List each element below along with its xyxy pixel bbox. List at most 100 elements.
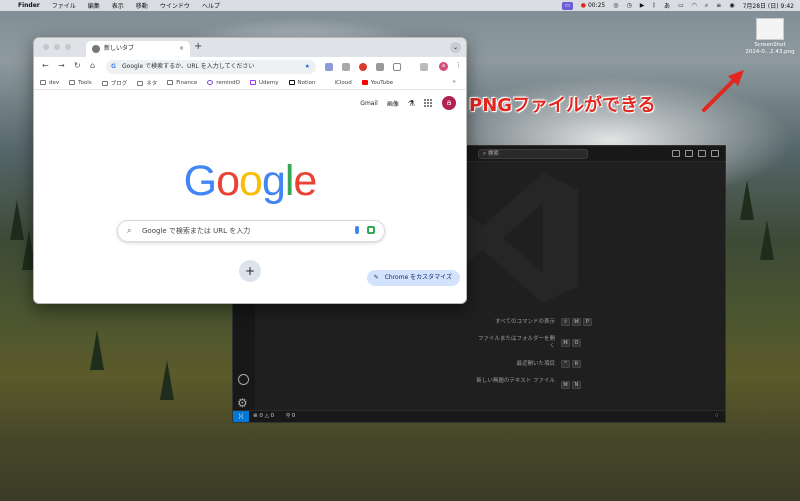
zoom-window-button[interactable] (65, 44, 71, 50)
labs-flask-icon[interactable]: ⚗ (408, 99, 415, 108)
bookmark-item[interactable]: Finance (167, 80, 197, 86)
annotation-caption: PNGファイルができる (469, 95, 656, 116)
home-icon[interactable]: ⌂ (90, 61, 95, 70)
wallpaper-tree (760, 220, 774, 260)
wifi-icon[interactable]: ◠ (692, 2, 697, 9)
menu-help[interactable]: ヘルプ (202, 1, 220, 10)
bookmark-item[interactable]: Udemy (250, 80, 279, 86)
chrome-menu-icon[interactable]: ⋮ (455, 61, 462, 69)
bookmark-label: iCloud (334, 80, 352, 86)
desktop-screenshot-file[interactable]: ScreenShot 2024-0...2.43.png (744, 18, 796, 56)
add-shortcut-button[interactable]: + (239, 260, 261, 282)
toggle-panel-icon[interactable] (685, 150, 693, 157)
new-tab-button[interactable]: + (194, 41, 202, 52)
extension-icon[interactable] (342, 63, 350, 71)
minimize-window-button[interactable] (54, 44, 60, 50)
screenshot-app-icon[interactable]: ▭ (561, 1, 573, 10)
bookmark-item[interactable]: YouTube (361, 80, 393, 86)
bookmark-item[interactable]: remindO (207, 80, 240, 86)
menu-window[interactable]: ウインドウ (160, 1, 190, 10)
ports-indicator[interactable]: ⚲ 0 (286, 413, 295, 419)
close-tab-icon[interactable]: × (179, 41, 184, 57)
gmail-link[interactable]: Gmail (360, 100, 378, 107)
battery-icon[interactable]: ▭ (678, 2, 684, 9)
google-search-box[interactable]: ⌕ Google で検索または URL を入力 (117, 220, 385, 242)
recording-indicator[interactable]: ● 00:25 (581, 2, 605, 9)
google-lens-icon[interactable] (367, 226, 375, 234)
google-apps-icon[interactable] (424, 98, 433, 108)
keycap: O (572, 339, 581, 347)
customize-chrome-button[interactable]: ✎ Chrome をカスタマイズ (366, 270, 460, 286)
folder-icon (167, 80, 174, 85)
siri-icon[interactable]: ◉ (729, 2, 734, 9)
google-account-avatar[interactable]: a (442, 96, 456, 110)
toggle-secondary-sidebar-icon[interactable] (698, 150, 706, 157)
customize-layout-icon[interactable] (711, 150, 719, 157)
cmd-recent-keys: ^ R (561, 360, 581, 368)
tab-search-chevron-icon[interactable]: ⌄ (450, 42, 461, 53)
menu-bar: Finder ファイル 編集 表示 移動 ウインドウ ヘルプ ▭ ● 00:25… (0, 0, 800, 11)
extensions-puzzle-icon[interactable] (420, 63, 428, 71)
notifications-icon[interactable]: ♢ (714, 413, 719, 419)
google-logo: Google (34, 157, 466, 206)
bookmark-star-icon[interactable]: ★ (305, 60, 310, 74)
extension-icon[interactable] (376, 63, 384, 71)
google-logo-letter: e (293, 157, 317, 205)
address-bar[interactable]: G Google で検索するか、URL を入力してください ★ (106, 60, 316, 74)
forward-icon[interactable]: → (58, 61, 65, 70)
error-count: 0 (259, 413, 263, 419)
close-window-button[interactable] (43, 44, 49, 50)
accounts-icon[interactable] (238, 374, 249, 385)
menu-file[interactable]: ファイル (52, 1, 76, 10)
bookmark-label: ネタ (146, 81, 158, 87)
bluetooth-icon[interactable]: ᛒ (652, 2, 656, 9)
search-icon[interactable]: ⌕ (705, 2, 708, 10)
bookmark-item[interactable]: Notion (288, 80, 316, 86)
menu-clock[interactable]: 7月28日 (日) 9:42 (743, 1, 794, 10)
udemy-icon (250, 80, 256, 85)
bookmark-label: remindO (216, 80, 240, 86)
problems-indicator[interactable]: ⊗ 0 △ 0 (253, 413, 274, 419)
toggle-sidebar-icon[interactable] (672, 150, 680, 157)
menu-app-name[interactable]: Finder (18, 2, 40, 9)
more-bookmarks-icon[interactable]: » (453, 79, 456, 85)
google-logo-letter: G (183, 157, 217, 205)
bookmarks-bar: dev Tools ブログ ネタ Finance remindO Udemy N… (34, 77, 466, 90)
vscode-command-center[interactable]: ⌕ 検索 (478, 149, 588, 159)
bookmark-item[interactable]: ネタ (137, 79, 157, 87)
bookmark-item[interactable]: iCloud (326, 80, 352, 86)
file-name-line2: 2024-0...2.43.png (745, 49, 795, 55)
recording-time: 00:25 (587, 2, 606, 9)
input-method[interactable]: あ (664, 1, 670, 10)
images-link[interactable]: 画像 (387, 99, 399, 108)
new-tab-page: Gmail 画像 ⚗ a Google ⌕ Google で検索または URL … (34, 90, 466, 303)
menu-edit[interactable]: 編集 (88, 1, 100, 10)
chrome-tab-bar: 新しいタブ × + ⌄ (34, 38, 466, 57)
settings-gear-icon[interactable]: ⚙ (237, 396, 248, 410)
cmd-new-file-keys: ⌘ N (561, 381, 581, 389)
profile-avatar[interactable]: a (439, 62, 448, 71)
bookmark-item[interactable]: dev (40, 80, 59, 86)
menu-view[interactable]: 表示 (112, 1, 124, 10)
keycap: ^ (561, 360, 570, 368)
clock-icon[interactable]: ◷ (626, 2, 631, 9)
menu-go[interactable]: 移動 (136, 1, 148, 10)
extension-icon[interactable] (359, 63, 367, 71)
search-icon: ⌕ (127, 226, 132, 235)
bookmark-item[interactable]: Tools (69, 80, 92, 86)
bookmark-item[interactable]: ブログ (101, 79, 127, 87)
tab-new-tab[interactable]: 新しいタブ × (86, 41, 190, 57)
status-icon[interactable]: ◎ (613, 2, 618, 9)
reload-icon[interactable]: ↻ (74, 61, 81, 70)
play-icon[interactable]: ▶ (640, 2, 645, 9)
voice-search-icon[interactable] (355, 226, 359, 234)
extension-icon[interactable] (325, 63, 333, 71)
remote-indicator-icon[interactable]: ⟩⟨ (233, 411, 249, 422)
apple-icon (326, 80, 332, 85)
notion-icon (288, 80, 295, 85)
vscode-status-bar: ⟩⟨ ⊗ 0 △ 0 ⚲ 0 ♢ (233, 410, 725, 422)
extension-icon[interactable] (393, 63, 401, 71)
keycap: R (572, 360, 581, 368)
control-center-icon[interactable]: ≡ (716, 2, 721, 9)
back-icon[interactable]: ← (42, 61, 49, 70)
